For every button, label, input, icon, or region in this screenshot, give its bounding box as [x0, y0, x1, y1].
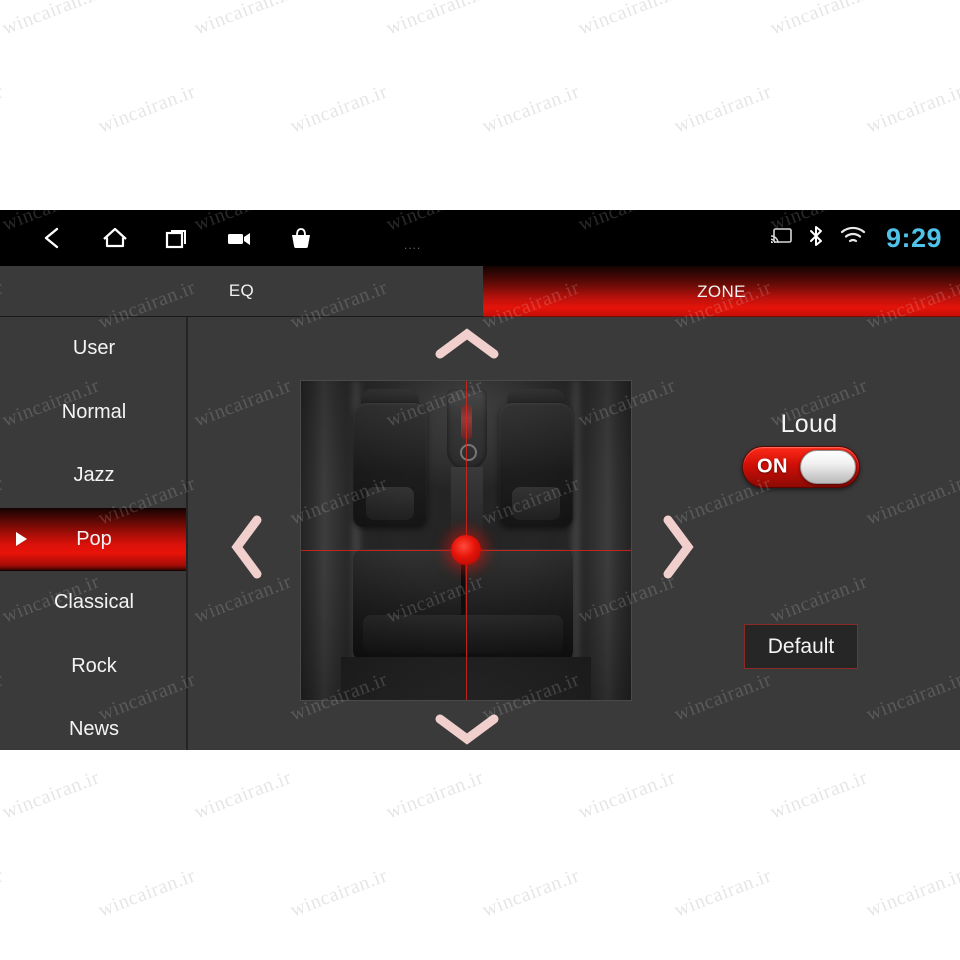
watermark-text: wincairan.ir — [191, 0, 295, 40]
preset-label: Classical — [53, 591, 135, 614]
preset-label: User — [72, 337, 116, 360]
watermark-text: wincairan.ir — [863, 80, 960, 138]
watermark-text: wincairan.ir — [671, 80, 775, 138]
preset-item-normal[interactable]: Normal — [0, 381, 186, 445]
preset-label: Jazz — [73, 464, 115, 487]
seat-front-right — [499, 403, 573, 527]
preset-item-news[interactable]: News — [0, 698, 186, 750]
preset-item-rock[interactable]: Rock — [0, 635, 186, 699]
center-console — [447, 389, 487, 469]
watermark-text: wincairan.ir — [863, 864, 960, 922]
toggle-knob — [800, 450, 856, 484]
back-icon[interactable] — [22, 210, 84, 266]
video-camera-icon[interactable] — [208, 210, 270, 266]
pot-icon[interactable] — [270, 210, 332, 266]
overflow-dots: .... — [404, 238, 422, 252]
loud-toggle-state: ON — [757, 455, 788, 478]
watermark-text: wincairan.ir — [479, 80, 583, 138]
home-icon[interactable] — [84, 210, 146, 266]
watermark-text: wincairan.ir — [0, 0, 103, 40]
preset-label: Normal — [61, 400, 127, 423]
content-area: User Normal Jazz Pop Classical Rock News… — [0, 317, 960, 750]
tab-bar: EQ ZONE — [0, 266, 960, 317]
default-button[interactable]: Default — [744, 624, 858, 669]
navigation-buttons: .... — [0, 210, 420, 266]
cast-icon — [770, 227, 792, 250]
device-viewport: .... 9:29 EQ ZONE User Normal Jazz Pop C… — [0, 210, 960, 750]
tab-zone[interactable]: ZONE — [483, 266, 960, 317]
watermark-text: wincairan.ir — [767, 766, 871, 824]
watermark-text: wincairan.ir — [383, 766, 487, 824]
watermark-text: wincairan.ir — [575, 0, 679, 40]
android-status-bar: .... 9:29 — [0, 210, 960, 266]
loud-toggle[interactable]: ON — [742, 446, 860, 488]
preset-item-classical[interactable]: Classical — [0, 571, 186, 635]
preset-item-pop[interactable]: Pop — [0, 507, 186, 571]
bluetooth-icon — [806, 224, 826, 253]
eq-preset-list: User Normal Jazz Pop Classical Rock News — [0, 317, 188, 750]
preset-item-jazz[interactable]: Jazz — [0, 444, 186, 508]
clock: 9:29 — [885, 222, 942, 253]
wifi-icon — [840, 226, 866, 251]
zone-control-area: Loud ON Default — [188, 317, 960, 750]
recent-apps-icon[interactable] — [146, 210, 208, 266]
watermark-text: wincairan.ir — [479, 864, 583, 922]
selected-caret-icon — [16, 532, 27, 547]
watermark-text: wincairan.ir — [95, 864, 199, 922]
preset-label: Rock — [71, 654, 117, 677]
watermark-text: wincairan.ir — [287, 80, 391, 138]
seat-front-left — [353, 403, 427, 527]
chevron-down-icon[interactable] — [434, 712, 500, 746]
screenshot-canvas: .... 9:29 EQ ZONE User Normal Jazz Pop C… — [0, 0, 960, 960]
tab-eq[interactable]: EQ — [0, 266, 483, 317]
watermark-text: wincairan.ir — [287, 864, 391, 922]
watermark-text: wincairan.ir — [383, 0, 487, 40]
chevron-left-icon[interactable] — [230, 514, 264, 580]
watermark-text: wincairan.ir — [191, 766, 295, 824]
chevron-up-icon[interactable] — [434, 327, 500, 361]
balance-dot[interactable] — [451, 535, 481, 566]
watermark-text: wincairan.ir — [0, 864, 7, 922]
rear-bench-seat — [353, 549, 573, 661]
status-indicators: 9:29 — [770, 210, 942, 266]
watermark-text: wincairan.ir — [671, 864, 775, 922]
chevron-right-icon[interactable] — [661, 514, 695, 580]
preset-label: Pop — [76, 527, 112, 550]
watermark-text: wincairan.ir — [95, 80, 199, 138]
zone-balance-pad[interactable] — [300, 380, 632, 701]
watermark-text: wincairan.ir — [575, 766, 679, 824]
watermark-text: wincairan.ir — [767, 0, 871, 40]
watermark-text: wincairan.ir — [0, 80, 7, 138]
watermark-text: wincairan.ir — [0, 766, 103, 824]
car-floor — [341, 657, 591, 700]
preset-item-user[interactable]: User — [0, 317, 186, 381]
loud-label: Loud — [780, 410, 838, 438]
preset-label: News — [68, 718, 119, 741]
